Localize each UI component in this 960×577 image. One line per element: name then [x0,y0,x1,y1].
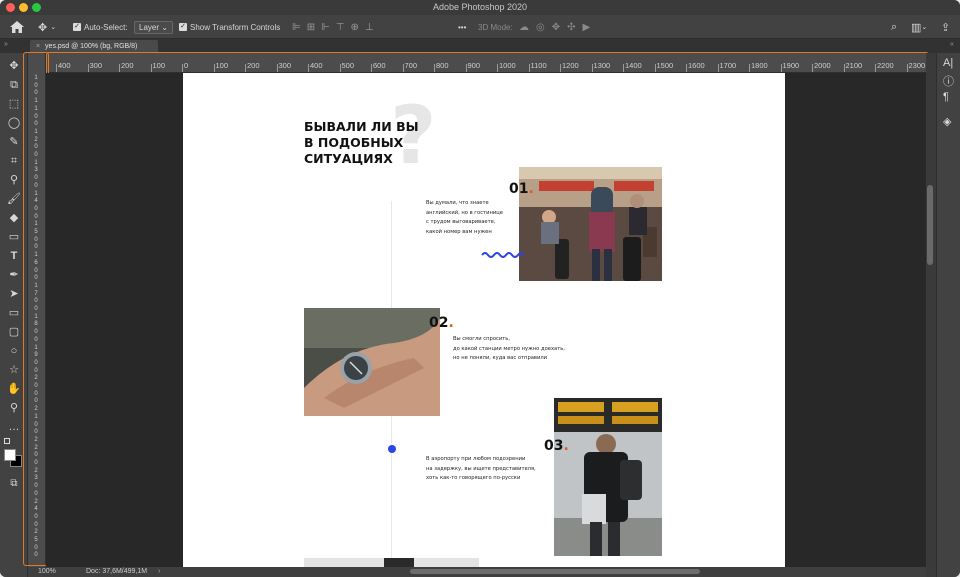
airport-traveler-photo [554,398,662,556]
align-middle-icon[interactable]: ⊕ [351,22,365,33]
next-section-photo [304,556,479,567]
photoshop-window: Adobe Photoshop 2020 ✥ ⌄ ✓ Auto-Select: … [0,0,960,577]
quick-selection-tool-icon[interactable]: ✎ [6,135,22,149]
layers-panel-icon[interactable]: ◈ [943,115,951,128]
camera-3d-icon[interactable]: ▶ [583,22,598,33]
maximize-window-button[interactable] [32,3,41,12]
item-number-dot: . [528,181,534,197]
align-top-icon[interactable]: ⊤ [336,22,351,33]
right-panel-dock: A| ⓘ ¶ ◈ [936,53,960,577]
align-center-icon[interactable]: ⊞ [307,22,321,33]
wavy-line-decoration [481,252,525,258]
more-options-label: ••• [458,22,467,32]
crop-tool-icon[interactable]: ⌗ [6,154,22,168]
roll-3d-icon[interactable]: ◎ [536,22,552,33]
item-number-01: 01. [509,181,534,197]
close-tab-icon[interactable]: × [36,43,40,50]
item-number-text: 03 [544,438,564,454]
paragraph-panel-icon[interactable]: ¶ [943,91,949,103]
3d-mode-text: 3D Mode: [478,22,513,32]
drag-3d-icon[interactable]: ✥ [552,22,567,33]
home-icon[interactable] [10,15,24,39]
minimize-window-button[interactable] [19,3,28,12]
more-options-button[interactable]: ••• [458,15,466,39]
3d-mode-buttons[interactable]: ☁ ◎ ✥ ✣ ▶ [519,15,597,39]
item-text-03: В аэропорту при любом подозрении на заде… [426,456,536,481]
type-tool-icon[interactable]: T [6,249,22,263]
path-selection-tool-icon[interactable]: ➤ [6,287,22,301]
pen-tool-icon[interactable]: ✒ [6,268,22,282]
heading-line: В ПОДОБНЫХ [304,135,404,150]
show-transform-label: Show Transform Controls [190,22,281,32]
eraser-tool-icon[interactable]: ◆ [6,211,22,225]
collapse-left-icon[interactable]: » [4,41,8,48]
status-menu-icon[interactable]: › [158,567,160,577]
lasso-tool-icon[interactable]: ◯ [6,116,22,130]
heading-line: БЫВАЛИ ЛИ ВЫ [304,119,419,134]
share-icon[interactable]: ⇪ [941,15,950,39]
move-tool-icon[interactable]: ✥ [6,59,22,73]
item-number-text: 02 [429,315,449,331]
item-number-text: 01 [509,181,529,197]
align-left-icon[interactable]: ⊫ [292,22,307,33]
item-number-dot: . [563,438,569,454]
item-text-02: Вы смогли спросить, до какой станции мет… [453,336,565,361]
ellipse-tool-icon[interactable]: ○ [6,344,22,358]
collapse-right-icon[interactable]: « [950,41,954,48]
auto-select-label: Auto-Select: [84,22,128,32]
foreground-color-swatch[interactable] [4,449,16,461]
character-panel-icon[interactable]: A| [943,57,953,69]
hand-compass-photo [304,308,440,416]
brush-tool-icon[interactable]: 🖌 [6,192,22,206]
3d-mode-label: 3D Mode: [478,15,513,39]
app-title: Adobe Photoshop 2020 [432,2,528,12]
options-bar: ✥ ⌄ ✓ Auto-Select: Layer ⌄ ✓ Show Transf… [0,15,960,39]
checkbox-checked-icon: ✓ [73,23,81,31]
align-bottom-icon[interactable]: ⊥ [365,22,380,33]
auto-select-value: Layer [139,22,160,32]
rectangle-tool-icon[interactable]: ▭ [6,306,22,320]
chevron-down-icon: ⌄ [161,22,168,32]
close-window-button[interactable] [6,3,15,12]
info-panel-icon[interactable]: ⓘ [943,73,954,89]
auto-select-dropdown[interactable]: Layer ⌄ [134,15,173,39]
auto-select-checkbox[interactable]: ✓ Auto-Select: [73,15,128,39]
zoom-level[interactable]: 100% [38,567,56,577]
search-icon[interactable]: ⌕ [891,15,897,39]
vertical-scrollbar-track[interactable] [926,53,936,567]
screen-mode-icon[interactable]: ⧉ [6,477,22,491]
default-colors-icon[interactable] [4,438,10,444]
item-text-01: Вы думали, что знаете английский, но в г… [426,200,503,235]
doc-size[interactable]: Doc: 37,6M/499,1M [86,567,147,577]
horizontal-scrollbar-thumb[interactable] [410,569,700,574]
align-buttons-group[interactable]: ⊫ ⊞ ⊩ ⊤ ⊕ ⊥ [292,15,380,39]
orbit-3d-icon[interactable]: ☁ [519,22,536,33]
more-tools-icon[interactable]: … [6,420,22,434]
item-number-02: 02. [429,315,454,331]
move-tool-preset-icon[interactable]: ✥ ⌄ [38,15,56,39]
rounded-rectangle-tool-icon[interactable]: ▢ [6,325,22,339]
marquee-tool-icon[interactable]: ⬚ [6,97,22,111]
artboard-tool-icon[interactable]: ⧉ [6,78,22,92]
gradient-tool-icon[interactable]: ▭ [6,230,22,244]
show-transform-checkbox[interactable]: ✓ Show Transform Controls [179,15,280,39]
travelers-station-photo [519,167,662,281]
zoom-tool-icon[interactable]: ⚲ [6,401,22,415]
align-right-icon[interactable]: ⊩ [321,22,336,33]
timeline-dot [388,445,396,453]
eyedropper-tool-icon[interactable]: ⚲ [6,173,22,187]
section-heading: БЫВАЛИ ЛИ ВЫ В ПОДОБНЫХ СИТУАЦИЯХ [304,119,419,167]
item-number-dot: . [448,315,454,331]
checkbox-checked-icon: ✓ [179,23,187,31]
workspace-icon[interactable]: ▥ ⌄ [911,15,927,39]
custom-shape-tool-icon[interactable]: ☆ [6,363,22,377]
vertical-scrollbar-thumb[interactable] [927,185,933,265]
document-canvas[interactable]: ? БЫВАЛИ ЛИ ВЫ В ПОДОБНЫХ СИТУАЦИЯХ 01. … [183,73,785,567]
title-bar: Adobe Photoshop 2020 [0,0,960,15]
hand-tool-icon[interactable]: ✋ [6,382,22,396]
slide-3d-icon[interactable]: ✣ [567,22,582,33]
document-tab-title: yes.psd @ 100% (bg, RGB/8) [45,43,138,50]
heading-line: СИТУАЦИЯХ [304,151,393,166]
item-number-03: 03. [544,438,569,454]
